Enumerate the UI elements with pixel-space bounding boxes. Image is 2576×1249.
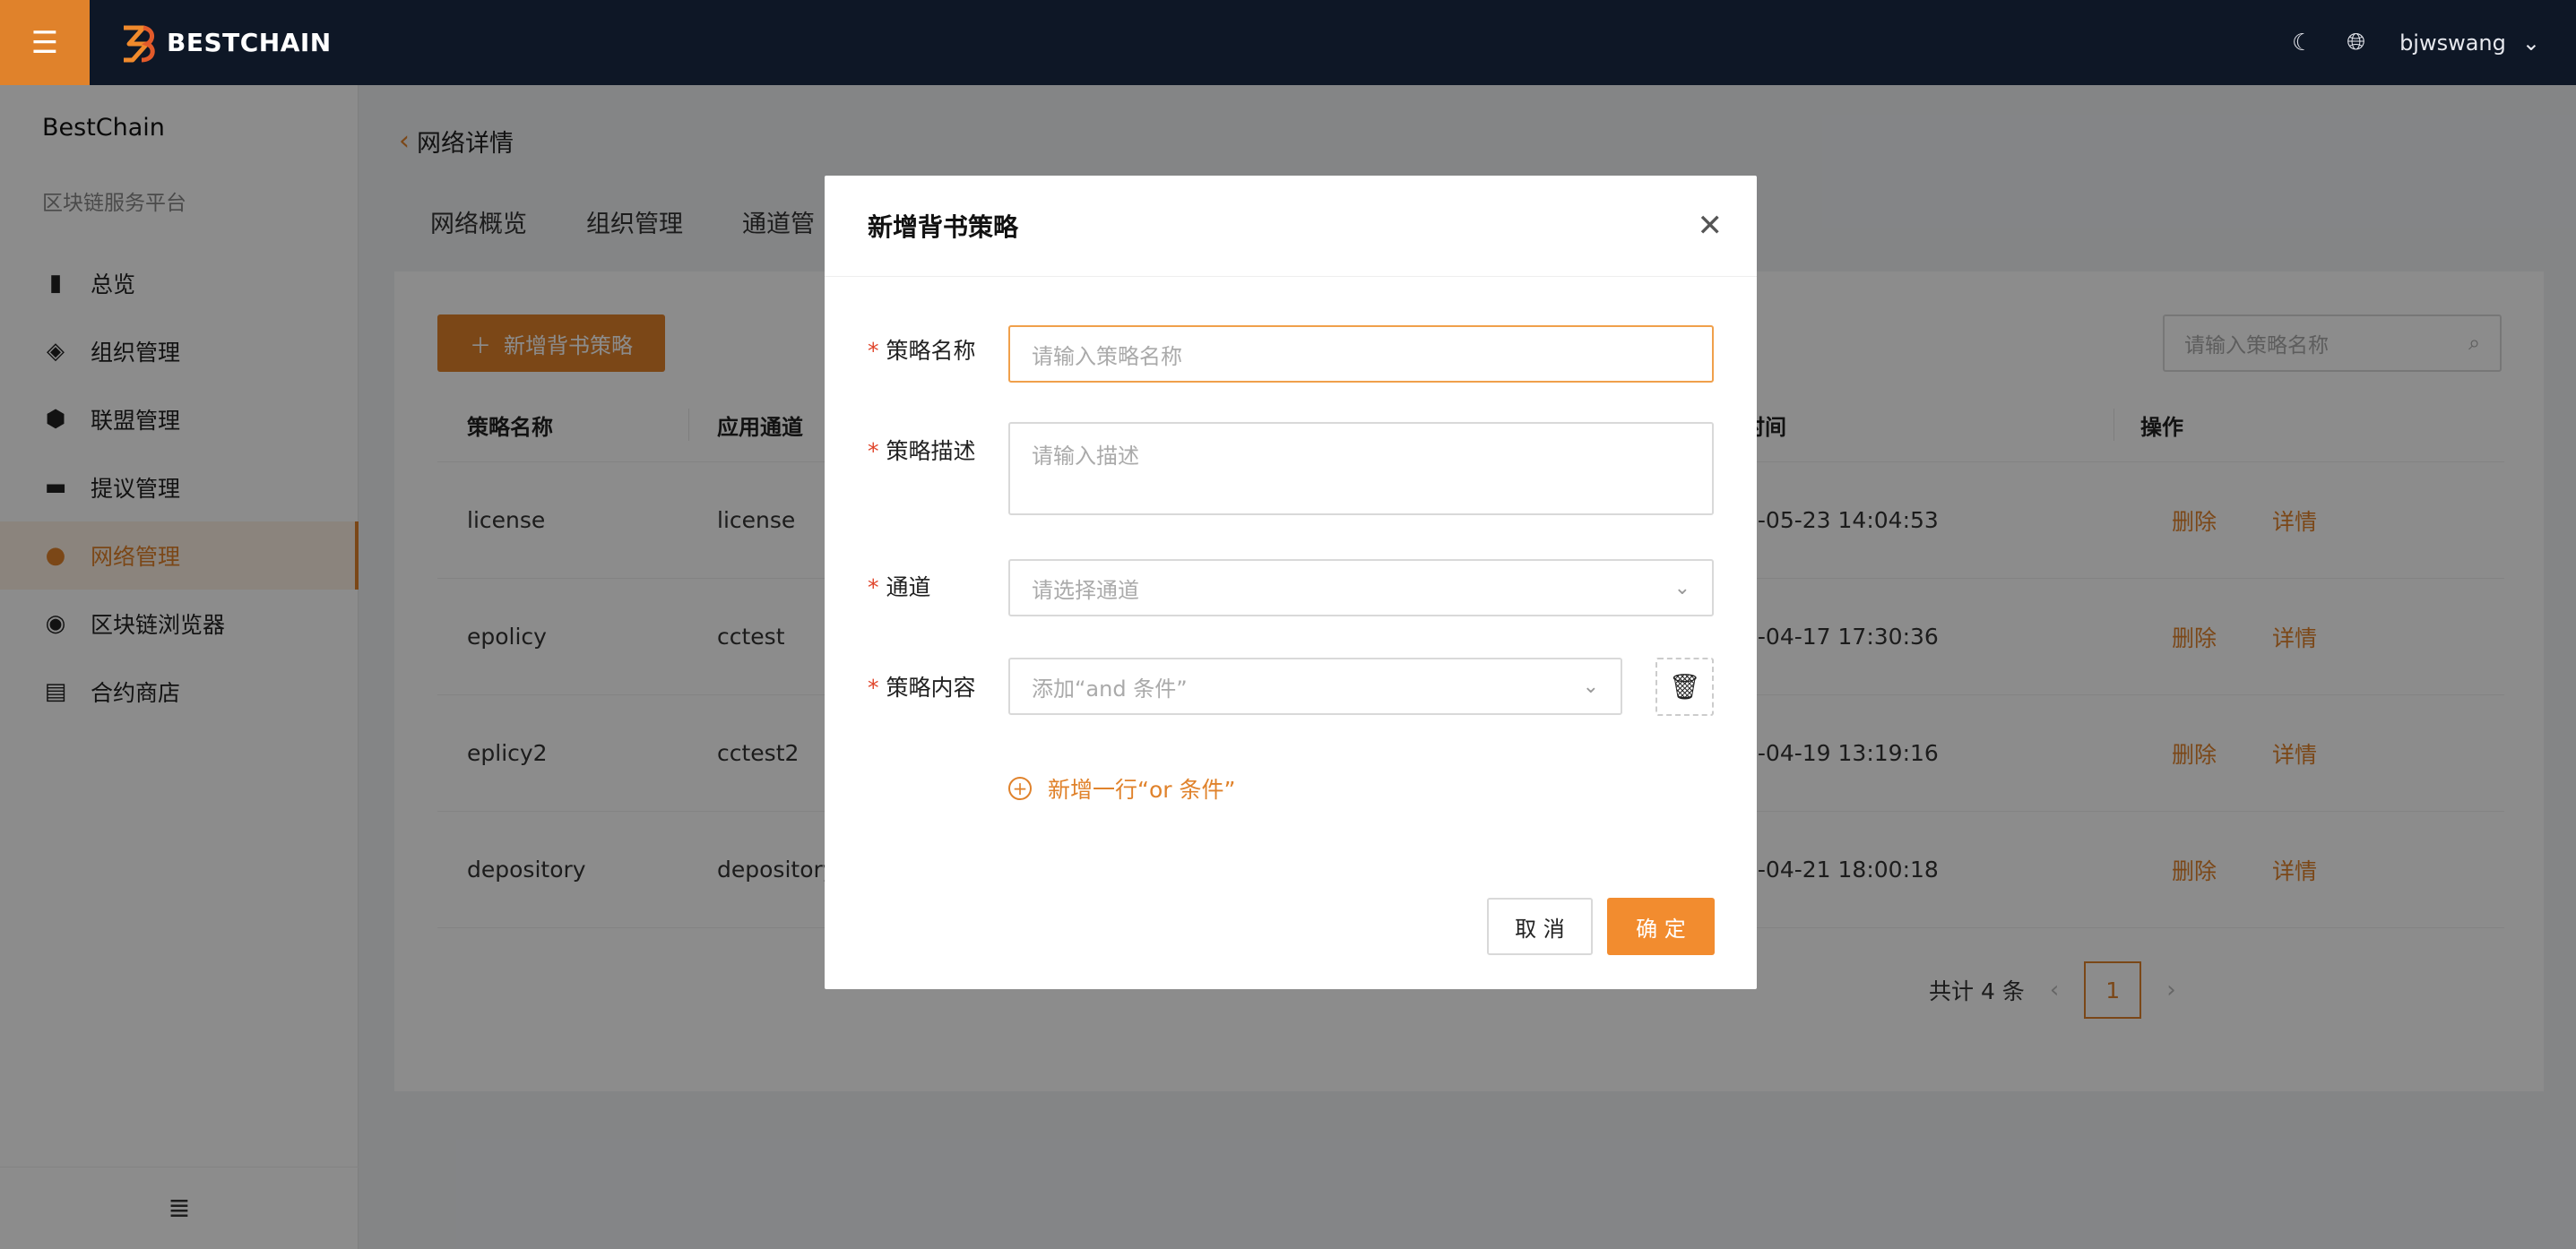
required-mark: * <box>868 675 879 701</box>
menu-icon[interactable]: ☰ <box>0 0 90 85</box>
placeholder: 请输入描述 <box>1032 444 1139 469</box>
top-bar: ☰ BESTCHAIN ☾ 🌐︎ bjwswang ⌄ <box>0 0 2576 85</box>
modal-title: 新增背书策略 <box>868 212 1019 242</box>
required-mark: * <box>868 574 879 600</box>
confirm-button[interactable]: 确 定 <box>1607 898 1715 955</box>
cancel-button[interactable]: 取 消 <box>1487 898 1593 955</box>
label-text: 策略内容 <box>886 675 976 701</box>
policy-desc-label: * 策略描述 <box>868 434 976 466</box>
username: bjwswang <box>2399 30 2506 56</box>
required-mark: * <box>868 338 879 364</box>
moon-icon[interactable]: ☾ <box>2292 30 2312 56</box>
chevron-down-icon: ⌄ <box>2521 30 2540 56</box>
add-or-label: 新增一行“or 条件” <box>1048 777 1236 803</box>
plus-circle-icon: + <box>1008 777 1032 800</box>
policy-content-select[interactable]: 添加“and 条件” ⌄ <box>1008 658 1622 715</box>
policy-name-label: * 策略名称 <box>868 333 976 366</box>
label-text: 策略描述 <box>886 438 976 464</box>
brand-logo[interactable]: BESTCHAIN <box>117 22 332 64</box>
chevron-down-icon: ⌄ <box>1582 675 1599 698</box>
placeholder: 请输入策略名称 <box>1032 343 1182 369</box>
add-policy-modal: 新增背书策略 ✕ * 策略名称 请输入策略名称 * 策略描述 请输入描述 * 通道 请… <box>825 176 1757 989</box>
policy-desc-textarea[interactable]: 请输入描述 <box>1008 422 1714 515</box>
add-or-condition-link[interactable]: + 新增一行“or 条件” <box>1008 772 1235 805</box>
bestchain-logo-icon <box>124 25 155 62</box>
policy-content-label: * 策略内容 <box>868 670 976 702</box>
label-text: 策略名称 <box>886 338 976 364</box>
required-mark: * <box>868 438 879 464</box>
policy-name-input[interactable]: 请输入策略名称 <box>1008 325 1714 383</box>
trash-icon[interactable]: 🗑︎ <box>1655 658 1714 716</box>
close-icon[interactable]: ✕ <box>1698 208 1724 244</box>
channel-select[interactable]: 请选择通道 ⌄ <box>1008 559 1714 616</box>
globe-icon[interactable]: 🌐︎ <box>2347 29 2365 56</box>
channel-label: * 通道 <box>868 570 931 602</box>
label-text: 通道 <box>886 574 931 600</box>
user-menu[interactable]: bjwswang ⌄ <box>2399 30 2540 56</box>
brand-name: BESTCHAIN <box>167 28 332 57</box>
chevron-down-icon: ⌄ <box>1673 576 1690 599</box>
placeholder: 添加“and 条件” <box>1032 676 1188 702</box>
placeholder: 请选择通道 <box>1032 577 1139 603</box>
modal-header: 新增背书策略 ✕ <box>825 176 1757 277</box>
